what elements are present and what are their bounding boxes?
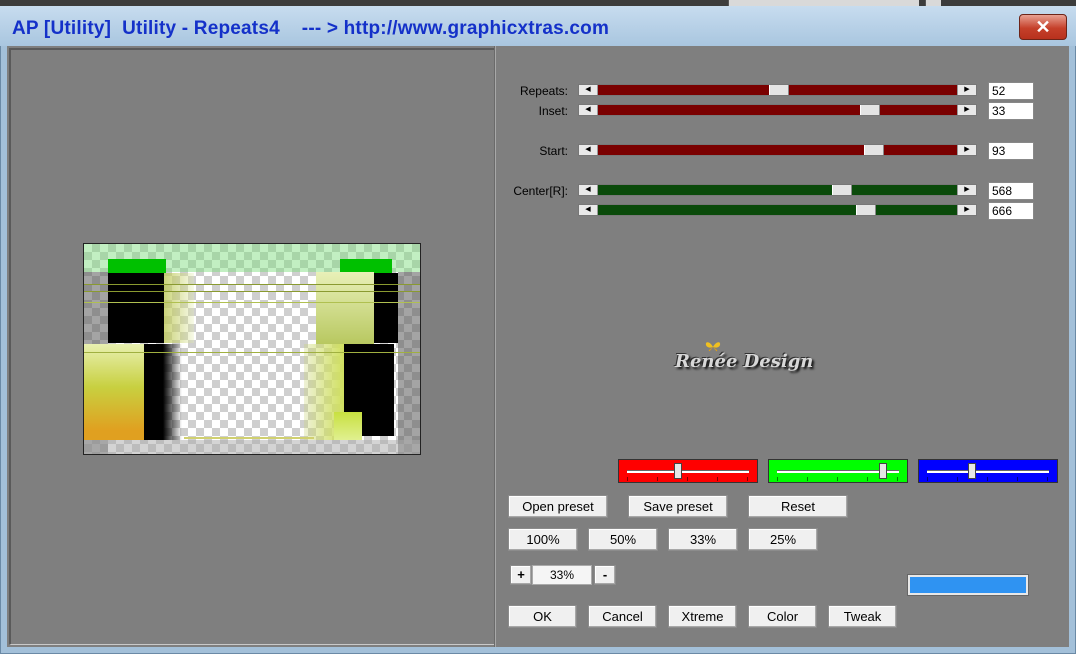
slider-knob[interactable]	[879, 463, 887, 479]
preview-green-block-right	[340, 259, 392, 273]
arrow-left-icon[interactable]: ◀	[579, 105, 598, 115]
inset-slider[interactable]: ◀ ▶	[578, 104, 977, 116]
zoom-25-button[interactable]: 25%	[748, 528, 818, 551]
inset-value-field[interactable]: 33	[988, 102, 1034, 120]
preview-line	[184, 437, 314, 439]
zoom-100-button[interactable]: 100%	[508, 528, 578, 551]
zoom-value: 33%	[532, 565, 592, 585]
arrow-right-icon[interactable]: ▶	[957, 85, 976, 95]
slider-rail	[627, 470, 749, 473]
slider-ticks	[927, 477, 1049, 481]
slider-thumb[interactable]	[832, 185, 852, 195]
zoom-in-button[interactable]: +	[510, 565, 532, 585]
inset-label: Inset:	[538, 104, 568, 118]
slider-fill	[598, 105, 957, 115]
slider-thumb[interactable]	[769, 85, 789, 95]
preview-black-left-bottom	[144, 344, 182, 440]
ok-button[interactable]: OK	[508, 605, 577, 628]
preview-line	[84, 284, 420, 285]
slider-thumb[interactable]	[856, 205, 876, 215]
repeats-value-field[interactable]: 52	[988, 82, 1034, 100]
center-second-value-field[interactable]: 666	[988, 202, 1034, 220]
xtreme-button[interactable]: Xtreme	[668, 605, 737, 628]
color-swatch[interactable]	[907, 574, 1029, 596]
slider-fill	[598, 205, 957, 215]
preview-yellow-small-block	[334, 412, 362, 440]
close-button[interactable]: ✕	[1019, 14, 1067, 40]
arrow-left-icon[interactable]: ◀	[579, 205, 598, 215]
arrow-right-icon[interactable]: ▶	[957, 205, 976, 215]
zoom-out-button[interactable]: -	[594, 565, 616, 585]
preview-line	[84, 291, 420, 292]
logo-text: Renée Design	[675, 351, 814, 372]
center-r-value-field[interactable]: 568	[988, 182, 1034, 200]
preview-line	[84, 352, 420, 353]
start-value-field[interactable]: 93	[988, 142, 1034, 160]
center-r-slider[interactable]: ◀ ▶	[578, 184, 977, 196]
cancel-button[interactable]: Cancel	[588, 605, 657, 628]
preview-gray-right	[398, 272, 420, 454]
arrow-left-icon[interactable]: ◀	[579, 85, 598, 95]
repeats-label: Repeats:	[519, 84, 568, 98]
renee-design-logo: Renée Design	[675, 341, 813, 381]
slider-knob[interactable]	[674, 463, 682, 479]
close-icon: ✕	[1035, 17, 1051, 37]
slider-thumb[interactable]	[864, 145, 884, 155]
start-label: Start:	[539, 144, 568, 158]
preview-line	[84, 302, 420, 303]
center-second-slider[interactable]: ◀ ▶	[578, 204, 977, 216]
slider-fill	[598, 185, 957, 195]
dialog-client-area: Repeats: ◀ ▶ 52 Inset: ◀ ▶ 33 Start: ◀ ▶…	[7, 46, 1069, 647]
zoom-50-button[interactable]: 50%	[588, 528, 658, 551]
slider-ticks	[627, 477, 749, 481]
arrow-right-icon[interactable]: ▶	[957, 105, 976, 115]
green-channel-slider[interactable]	[768, 459, 908, 483]
panel-divider	[494, 46, 496, 647]
center-r-label: Center[R]:	[513, 184, 568, 198]
red-channel-slider[interactable]	[618, 459, 758, 483]
slider-thumb[interactable]	[860, 105, 880, 115]
reset-button[interactable]: Reset	[748, 495, 848, 518]
preview-green-block-left	[108, 259, 166, 273]
arrow-left-icon[interactable]: ◀	[579, 185, 598, 195]
save-preset-button[interactable]: Save preset	[628, 495, 728, 518]
zoom-33-button[interactable]: 33%	[668, 528, 738, 551]
title-bar[interactable]: AP [Utility] Utility - Repeats4 --- > ht…	[0, 6, 1076, 46]
preview-yellow-left-bottom	[84, 344, 144, 440]
slider-knob[interactable]	[968, 463, 976, 479]
arrow-right-icon[interactable]: ▶	[957, 185, 976, 195]
color-button[interactable]: Color	[748, 605, 817, 628]
arrow-right-icon[interactable]: ▶	[957, 145, 976, 155]
tweak-button[interactable]: Tweak	[828, 605, 897, 628]
arrow-left-icon[interactable]: ◀	[579, 145, 598, 155]
preview-bottom-band	[84, 440, 420, 454]
preview-yellow-right-top	[316, 272, 374, 344]
effect-preview-image[interactable]	[83, 243, 421, 455]
window-title: AP [Utility] Utility - Repeats4 --- > ht…	[12, 18, 610, 39]
slider-fill	[598, 145, 957, 155]
slider-rail	[927, 470, 1049, 473]
open-preset-button[interactable]: Open preset	[508, 495, 608, 518]
blue-channel-slider[interactable]	[918, 459, 1058, 483]
repeats-slider[interactable]: ◀ ▶	[578, 84, 977, 96]
start-slider[interactable]: ◀ ▶	[578, 144, 977, 156]
